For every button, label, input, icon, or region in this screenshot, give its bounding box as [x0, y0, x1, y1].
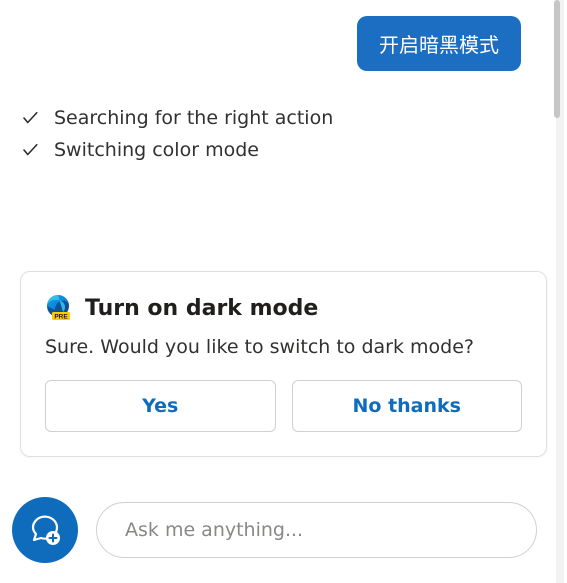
user-message-row: 开启暗黑模式	[16, 16, 551, 71]
chat-input[interactable]	[96, 502, 537, 558]
check-icon	[20, 108, 40, 128]
status-item: Switching color mode	[20, 139, 551, 161]
card-title: Turn on dark mode	[85, 296, 318, 321]
status-list: Searching for the right action Switching…	[16, 107, 551, 171]
status-item: Searching for the right action	[20, 107, 551, 129]
user-message: 开启暗黑模式	[357, 16, 521, 71]
status-text: Searching for the right action	[54, 107, 333, 129]
edge-pre-icon: PRE	[45, 294, 73, 322]
new-chat-button[interactable]	[12, 497, 78, 563]
chat-container: 开启暗黑模式 Searching for the right action Sw…	[0, 0, 567, 583]
input-row	[12, 497, 537, 563]
card-body: Sure. Would you like to switch to dark m…	[45, 336, 522, 358]
svg-text:PRE: PRE	[54, 314, 68, 321]
card-actions: Yes No thanks	[45, 380, 522, 432]
yes-button[interactable]: Yes	[45, 380, 276, 432]
no-thanks-button[interactable]: No thanks	[292, 380, 523, 432]
card-header: PRE Turn on dark mode	[45, 294, 522, 322]
status-text: Switching color mode	[54, 139, 259, 161]
suggestion-card: PRE Turn on dark mode Sure. Would you li…	[20, 271, 547, 457]
check-icon	[20, 140, 40, 160]
chat-plus-icon	[28, 513, 62, 547]
